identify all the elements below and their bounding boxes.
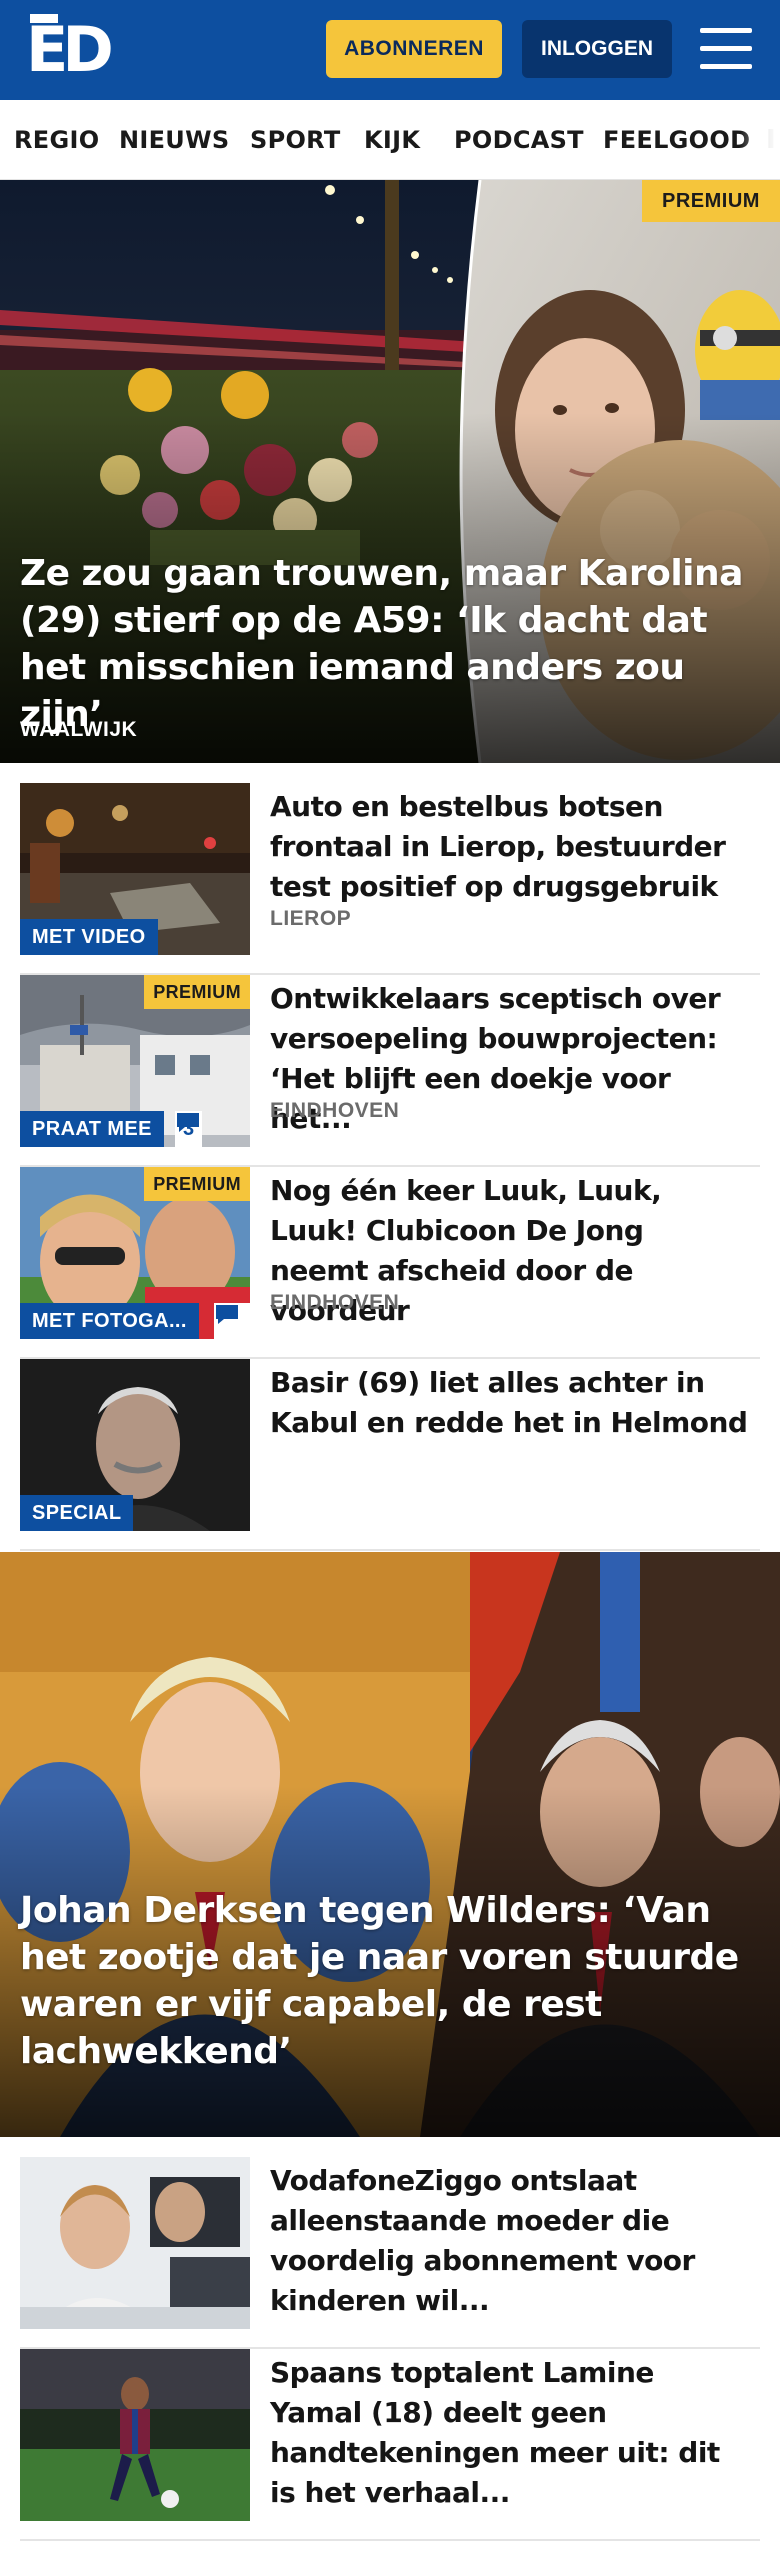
hero-article-mid[interactable]: Johan Derksen tegen Wilders: ‘Van het zo… bbox=[0, 1552, 780, 2137]
premium-badge: PREMIUM bbox=[144, 975, 250, 1009]
article-thumbnail bbox=[20, 2157, 250, 2329]
article-title[interactable]: Spaans toptalent Lamine Yamal (18) deelt… bbox=[270, 2353, 750, 2513]
article-thumbnail: MET VIDEO bbox=[20, 783, 250, 955]
article-thumbnail: PREMIUM MET FOTOGA... bbox=[20, 1167, 250, 1339]
article-thumbnail bbox=[20, 2349, 250, 2521]
article-location: EINDHOVEN bbox=[270, 1099, 400, 1122]
nav-item-kijk[interactable]: KIJK bbox=[364, 100, 420, 179]
article-title[interactable]: VodafoneZiggo ontslaat alleen­staande mo… bbox=[270, 2161, 750, 2321]
photo-badge: MET FOTOGA... bbox=[20, 1303, 199, 1339]
premium-badge: PREMIUM bbox=[144, 1167, 250, 1201]
article-title[interactable]: Basir (69) liet alles achter in Kabul en… bbox=[270, 1363, 750, 1443]
ed-logo[interactable]: ED bbox=[26, 14, 114, 81]
list-item[interactable]: SPECIAL Basir (69) liet alles achter in … bbox=[20, 1359, 760, 1551]
comment-button[interactable] bbox=[214, 1303, 250, 1339]
logo-text: ED bbox=[26, 13, 114, 86]
article-title[interactable]: Auto en bestelbus botsen frontaal in Lie… bbox=[270, 787, 750, 907]
hero-headline[interactable]: Ze zou gaan trouwen, maar Karolina (29) … bbox=[20, 550, 760, 738]
menu-icon[interactable] bbox=[700, 28, 752, 70]
premium-badge: PREMIUM bbox=[642, 180, 780, 222]
hero-location: WAALWIJK bbox=[20, 718, 138, 741]
login-button[interactable]: INLOGGEN bbox=[522, 20, 672, 78]
nav-item-nieuws[interactable]: NIEUWS bbox=[119, 100, 229, 179]
special-badge: SPECIAL bbox=[20, 1495, 134, 1531]
list-item[interactable]: Spaans toptalent Lamine Yamal (18) deelt… bbox=[20, 2349, 760, 2541]
nav-fade bbox=[740, 100, 780, 179]
list-item[interactable]: PREMIUM PRAAT MEE 3 Ontwikkelaars scepti… bbox=[20, 975, 760, 1167]
comment-count[interactable]: 3 bbox=[175, 1111, 203, 1147]
nav-item-feelgood[interactable]: FEELGOOD bbox=[603, 100, 750, 179]
list-item[interactable]: PREMIUM MET FOTOGA... Nog één keer Luuk,… bbox=[20, 1167, 760, 1359]
video-badge: MET VIDEO bbox=[20, 919, 158, 955]
nav-item-podcast[interactable]: PODCAST bbox=[454, 100, 584, 179]
list-item[interactable]: VodafoneZiggo ontslaat alleen­staande mo… bbox=[20, 2157, 760, 2349]
hero-headline[interactable]: Johan Derksen tegen Wilders: ‘Van het zo… bbox=[20, 1887, 760, 2075]
article-thumbnail: PREMIUM PRAAT MEE 3 bbox=[20, 975, 250, 1147]
nav-item-sport[interactable]: SPORT bbox=[250, 100, 341, 179]
comment-icon bbox=[177, 1113, 199, 1132]
comment-icon bbox=[216, 1305, 238, 1324]
hero-article-top[interactable]: PREMIUM Ze zou gaan trouwen, maar Karoli… bbox=[0, 180, 780, 763]
thumbnail-image-callcenter bbox=[20, 2157, 250, 2329]
article-location: EINDHOVEN bbox=[270, 1291, 400, 1314]
logo-accent bbox=[30, 14, 58, 23]
nav-item-regio[interactable]: REGIO bbox=[14, 100, 99, 179]
section-nav: REGIO NIEUWS SPORT KIJK PODCAST FEELGOOD… bbox=[0, 100, 780, 180]
article-location: LIEROP bbox=[270, 907, 352, 930]
article-thumbnail: SPECIAL bbox=[20, 1359, 250, 1531]
subscribe-button[interactable]: ABONNEREN bbox=[326, 20, 502, 78]
discussion-badge: PRAAT MEE bbox=[20, 1111, 164, 1147]
site-header: ED ABONNEREN INLOGGEN bbox=[0, 0, 780, 100]
list-item[interactable]: MET VIDEO Auto en bestelbus botsen front… bbox=[20, 783, 760, 975]
thumbnail-image-football bbox=[20, 2349, 250, 2521]
